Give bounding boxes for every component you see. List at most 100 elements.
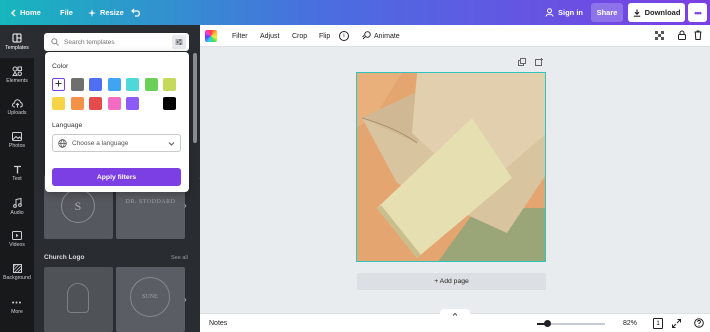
chevron-right-icon[interactable]: › [184,201,187,210]
color-swatch[interactable] [89,97,102,110]
delete-button[interactable] [694,25,702,47]
filter-button[interactable]: Filter [232,25,248,47]
rail-item-background[interactable]: Background [0,256,34,289]
undo-button[interactable] [131,0,142,25]
undo-icon [131,8,142,17]
more-options-button[interactable]: ••• [688,3,707,22]
file-menu[interactable]: File [60,0,73,25]
color-swatch[interactable] [163,97,176,110]
rail-item-elements[interactable]: Elements [0,58,34,91]
search-input[interactable] [64,36,164,48]
rail-label-elements: Elements [6,77,28,84]
editor-toolbar: Filter Adjust Crop Flip i Animate [200,25,710,47]
download-label: Download [644,8,681,17]
adjust-button[interactable]: Adjust [260,25,279,47]
more-dots-icon: ••• [11,300,23,307]
rail-item-uploads[interactable]: Uploads [0,91,34,124]
color-swatch[interactable] [126,78,139,91]
bottom-bar: Notes 82% 1 [200,309,710,332]
rail-label-templates: Templates [5,44,29,51]
template-card[interactable]: SUNE [116,267,185,332]
plus-icon [55,80,62,89]
panel-scrollbar[interactable] [193,53,197,143]
notes-button[interactable]: Notes [209,320,227,327]
rail-label-uploads: Uploads [7,110,27,116]
template-card[interactable] [44,267,113,332]
color-picker-icon[interactable] [205,30,217,42]
rail-item-more[interactable]: ••• More [0,291,34,324]
home-label: Home [20,8,41,17]
color-swatch[interactable] [52,97,65,110]
church-emblem-icon [67,283,89,313]
duplicate-page-icon[interactable] [518,58,526,68]
filter-popover: Color Language Choose a language Apply f… [45,52,189,192]
rail-item-text[interactable]: Text [0,157,34,190]
resize-button[interactable]: Resize [88,0,124,25]
info-button[interactable]: i [339,25,349,47]
sparkle-icon [88,8,96,17]
color-swatch[interactable] [144,97,158,110]
color-swatch[interactable] [144,78,158,91]
rail-label-videos: Videos [9,242,25,248]
sign-in-button[interactable]: Sign in [545,0,583,25]
color-swatch[interactable] [126,97,139,110]
add-page-icon[interactable] [535,58,543,68]
flip-button[interactable]: Flip [319,25,330,47]
design-page[interactable] [356,72,546,262]
rail-item-photos[interactable]: Photos [0,124,34,157]
globe-icon [58,139,67,150]
color-swatch[interactable] [70,78,84,91]
trash-icon [694,30,702,42]
zoom-level[interactable]: 82% [623,320,637,327]
rail-label-audio: Audio [10,209,24,216]
home-button[interactable]: Home [10,0,41,25]
color-swatch[interactable] [70,97,84,110]
info-icon: i [339,31,349,41]
more-dots-icon: ••• [694,7,702,18]
transparency-button[interactable] [655,25,664,47]
rail-item-templates[interactable]: Templates [0,25,34,58]
page-count-icon[interactable]: 1 [653,318,663,329]
card-logo-text: S [61,189,95,223]
color-label: Color [52,63,69,70]
top-bar: Home File Resize Sign in Share Download … [0,0,710,25]
section-title-church-logo: Church Logo [44,254,85,261]
filter-settings-icon[interactable] [172,35,186,49]
chevron-right-icon[interactable]: › [184,295,187,304]
color-swatch[interactable] [163,78,176,91]
color-swatch[interactable] [107,78,121,91]
see-all-link[interactable]: See all [171,255,188,261]
zoom-slider-thumb[interactable] [544,320,552,327]
background-icon [12,264,22,273]
rail-item-audio[interactable]: Audio [0,190,34,223]
video-icon [12,231,22,240]
chevron-down-icon [168,140,175,149]
animate-button[interactable]: Animate [362,25,400,47]
show-pages-tab[interactable] [440,309,470,316]
envelopes-photo [357,73,545,261]
search-box[interactable] [44,33,189,51]
share-button[interactable]: Share [591,3,623,22]
fullscreen-icon[interactable] [672,319,681,330]
language-select[interactable]: Choose a language [52,134,181,152]
color-swatch[interactable] [89,78,102,91]
apply-filters-button[interactable]: Apply filters [52,168,181,186]
rail-label-background: Background [3,275,31,281]
add-color-button[interactable] [52,78,65,91]
crop-button[interactable]: Crop [292,25,307,47]
chevron-left-icon [10,9,16,17]
resize-label: Resize [100,8,124,17]
download-icon [633,9,641,17]
templates-icon [12,33,22,43]
add-page-button[interactable]: + Add page [357,273,546,290]
color-swatch[interactable] [107,97,121,110]
download-button[interactable]: Download [628,3,685,22]
file-label: File [60,8,73,17]
language-placeholder: Choose a language [72,140,129,147]
rail-item-videos[interactable]: Videos [0,223,34,256]
elements-icon [12,66,22,76]
lock-button[interactable] [678,25,686,47]
language-label: Language [52,122,83,129]
help-icon[interactable] [694,318,704,330]
card-logo-text: SUNE [130,277,170,317]
